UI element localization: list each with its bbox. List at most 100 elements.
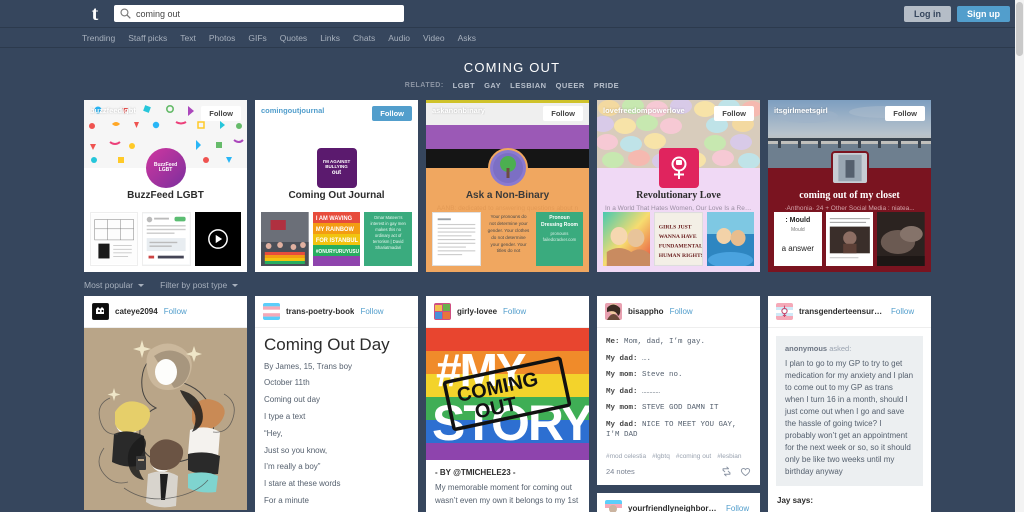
nav-link-trending[interactable]: Trending	[82, 33, 115, 43]
notes-count[interactable]: 24 notes	[606, 467, 635, 476]
post-card[interactable]: cateye2094 Follow	[84, 296, 247, 510]
post-username[interactable]: cateye2094	[115, 307, 158, 316]
follow-button[interactable]: Follow	[714, 106, 754, 121]
tag[interactable]: #lesbian	[717, 453, 741, 460]
thumbnail[interactable]: Pronoun Dressing Room pronouns failedcrac…	[536, 212, 583, 266]
related-tag-gay[interactable]: GAY	[484, 81, 501, 90]
follow-link[interactable]: Follow	[670, 307, 693, 316]
post-card[interactable]: transgenderteensurviva... Follow anonymo…	[768, 296, 931, 512]
login-button[interactable]: Log in	[904, 5, 951, 22]
post-image[interactable]	[84, 328, 247, 510]
post-header: girly-lovee Follow	[426, 296, 589, 328]
thumbnail[interactable]	[90, 212, 139, 266]
post-card[interactable]: trans-poetry-book Follow Coming Out Day …	[255, 296, 418, 512]
blog-post-thumbnails: Your pronouns do not determine your gend…	[432, 212, 583, 266]
nav-link-photos[interactable]: Photos	[209, 33, 235, 43]
post-username[interactable]: bisappho	[628, 307, 664, 316]
post-username[interactable]: yourfriendlyneighborhoodlesbian	[628, 504, 720, 512]
post-header: bisappho Follow	[597, 296, 760, 328]
thumbnail[interactable]	[707, 212, 754, 266]
post-card[interactable]: yourfriendlyneighborhoodlesbian Follow	[597, 492, 760, 512]
thumbnail[interactable]: GIRLS JUST WANNA HAVE FUNDAMENTAL HUMAN RIG…	[654, 212, 703, 266]
avatar[interactable]	[605, 499, 622, 512]
sort-dropdown[interactable]: Most popular	[84, 280, 145, 290]
avatar[interactable]	[776, 303, 793, 320]
nav-link-chats[interactable]: Chats	[353, 33, 375, 43]
blog-username[interactable]: lovefreedompowerlove	[603, 106, 685, 115]
related-tag-pride[interactable]: PRIDE	[594, 81, 619, 90]
tumblr-logo[interactable]: t	[82, 0, 108, 28]
thumbnail[interactable]	[142, 212, 191, 266]
avatar[interactable]	[434, 303, 451, 320]
featured-blog-card[interactable]: comingoutjournal Follow I'M AGAINST BULLY…	[255, 100, 418, 272]
follow-link[interactable]: Follow	[164, 307, 187, 316]
blog-description: AANB: dedicated to answering questions a…	[436, 205, 579, 212]
related-tag-lesbian[interactable]: LESBIAN	[510, 81, 546, 90]
nav-link-links[interactable]: Links	[320, 33, 340, 43]
nav-link-text[interactable]: Text	[180, 33, 196, 43]
follow-link[interactable]: Follow	[726, 504, 749, 512]
tag[interactable]: #lgbtq	[652, 453, 670, 460]
tag[interactable]: #coming out	[676, 453, 711, 460]
signup-button[interactable]: Sign up	[957, 5, 1010, 22]
blog-title: Coming Out Journal	[288, 190, 385, 201]
post-card[interactable]: bisappho Follow Me: Mom, dad, I’m gay. M…	[597, 296, 760, 485]
follow-button[interactable]: Follow	[201, 106, 241, 121]
blog-username[interactable]: comingoutjournal	[261, 106, 324, 115]
thumbnail[interactable]	[261, 212, 309, 266]
related-tag-queer[interactable]: QUEER	[556, 81, 585, 90]
asker-name[interactable]: anonymous	[785, 344, 827, 353]
post-type-dropdown[interactable]: Filter by post type	[160, 280, 239, 290]
thumbnail[interactable]: Omar Mateen's interest in gay men makes …	[364, 212, 413, 266]
nav-link-audio[interactable]: Audio	[388, 33, 410, 43]
search-input[interactable]	[136, 8, 398, 19]
heart-icon[interactable]	[740, 466, 751, 477]
thumbnail[interactable]: Your pronouns do not determine your gend…	[485, 212, 532, 266]
follow-link[interactable]: Follow	[503, 307, 526, 316]
follow-link[interactable]: Follow	[360, 307, 383, 316]
post-footer: 24 notes	[597, 460, 760, 485]
featured-blog-card[interactable]: lovefreedompowerlove Follow Revolutionar…	[597, 100, 760, 272]
blog-username[interactable]: askanonbinary	[432, 106, 485, 115]
blog-username[interactable]: itsgirlmeetsgirl	[774, 106, 828, 115]
nav-link-staff-picks[interactable]: Staff picks	[128, 33, 167, 43]
avatar[interactable]	[605, 303, 622, 320]
thumbnail[interactable]	[825, 212, 874, 266]
related-tag-lgbt[interactable]: LGBT	[453, 81, 475, 90]
post-paragraph: By James, 15, Trans boy	[264, 361, 353, 371]
reblog-icon[interactable]	[721, 466, 732, 477]
page-scrollbar[interactable]	[1015, 0, 1024, 512]
blog-username[interactable]: buzzfeedlgbt	[90, 106, 136, 115]
nav-link-quotes[interactable]: Quotes	[280, 33, 307, 43]
featured-blog-card[interactable]: itsgirlmeetsgirl Follow coming out of my…	[768, 100, 931, 272]
featured-blog-card[interactable]: buzzfeedlgbt Follow BuzzFeed LGBT BuzzFee…	[84, 100, 247, 272]
featured-blog-card[interactable]: askanonbinary Follow Ask a Non-Binary AA…	[426, 100, 589, 272]
post-username[interactable]: girly-lovee	[457, 307, 497, 316]
search-box[interactable]	[114, 5, 404, 22]
follow-button[interactable]: Follow	[885, 106, 925, 121]
grid-column: cateye2094 Follow	[84, 296, 247, 512]
nav-link-gifs[interactable]: GIFs	[248, 33, 266, 43]
follow-button[interactable]: Follow	[372, 106, 412, 121]
video-thumbnail[interactable]	[194, 212, 241, 266]
nav-link-video[interactable]: Video	[423, 33, 445, 43]
avatar[interactable]	[92, 303, 109, 320]
nav-link-asks[interactable]: Asks	[458, 33, 476, 43]
post-username[interactable]: trans-poetry-book	[286, 307, 354, 316]
chat-text: STEVE GOD DAMN IT	[642, 404, 719, 412]
tag[interactable]: #mod celestia	[606, 453, 646, 460]
post-title: Coming Out Day	[264, 335, 390, 354]
thumbnail[interactable]: : Mould Mould a answer	[774, 212, 822, 266]
thumbnail[interactable]	[877, 212, 926, 266]
thumbnail[interactable]	[432, 212, 481, 266]
avatar[interactable]	[263, 303, 280, 320]
scrollbar-thumb[interactable]	[1016, 2, 1023, 56]
post-username[interactable]: transgenderteensurviva...	[799, 307, 885, 316]
follow-button[interactable]: Follow	[543, 106, 583, 121]
post-card[interactable]: girly-lovee Follow #MY STORY COMING OUT …	[426, 296, 589, 512]
thumbnail[interactable]	[603, 212, 650, 266]
thumbnail[interactable]: I AM WAVING MY RAINBOW FOR ISTANBUL #ONURYU…	[312, 212, 361, 266]
post-image[interactable]: #MY STORY COMING OUT	[426, 328, 589, 460]
follow-link[interactable]: Follow	[891, 307, 914, 316]
related-tags: RELATED: LGBT GAY LESBIAN QUEER PRIDE	[0, 81, 1024, 90]
